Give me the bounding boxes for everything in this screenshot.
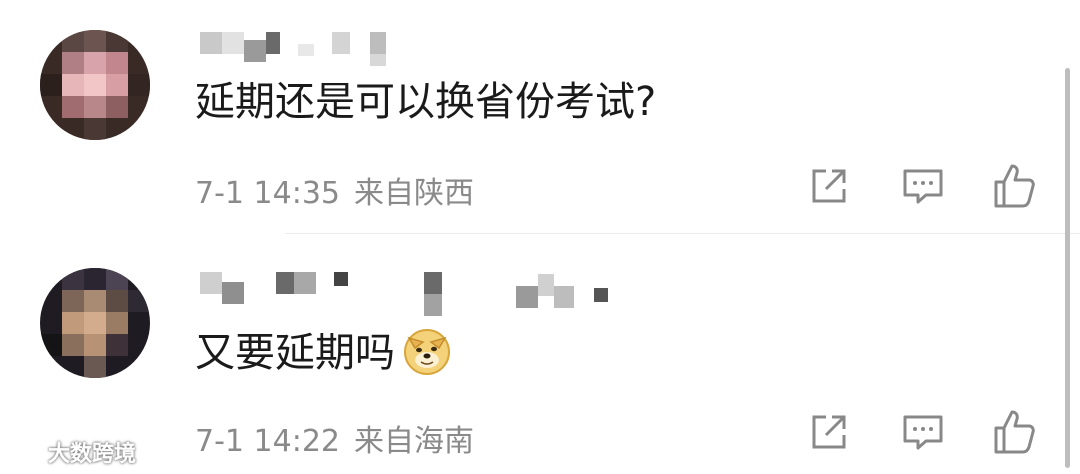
watermark-text: 大数跨境 bbox=[48, 442, 137, 467]
comment-text-content: 又要延期吗 bbox=[195, 330, 395, 376]
watermark-logo-icon bbox=[8, 444, 46, 464]
comment-icon[interactable] bbox=[900, 409, 946, 455]
username-blurred[interactable] bbox=[200, 272, 620, 316]
share-icon[interactable] bbox=[806, 163, 852, 209]
comment-meta: 7-1 14:35 来自陕西 bbox=[195, 168, 474, 212]
username-blurred[interactable] bbox=[200, 32, 400, 66]
doge-emoji bbox=[404, 329, 450, 375]
share-icon[interactable] bbox=[806, 409, 852, 455]
thumbs-up-icon[interactable] bbox=[992, 406, 1038, 454]
comment-location: 来自陕西 bbox=[354, 176, 474, 211]
comment-item: 延期还是可以换省份考试? 7-1 14:35 来自陕西 bbox=[0, 0, 1080, 233]
comment-text: 延期还是可以换省份考试? bbox=[195, 79, 657, 125]
thumbs-up-icon[interactable] bbox=[992, 160, 1038, 208]
comment-text: 又要延期吗 bbox=[195, 324, 453, 377]
watermark: 大数跨境 bbox=[8, 436, 136, 468]
comment-location: 来自海南 bbox=[354, 424, 474, 459]
scrollbar[interactable] bbox=[1065, 68, 1070, 468]
avatar[interactable] bbox=[40, 268, 150, 378]
avatar[interactable] bbox=[40, 30, 150, 140]
comment-time: 7-1 14:35 bbox=[195, 176, 340, 211]
comment-icon[interactable] bbox=[900, 163, 946, 209]
comment-meta: 7-1 14:22 来自海南 bbox=[195, 416, 474, 460]
comment-time: 7-1 14:22 bbox=[195, 424, 340, 459]
comment-item: 又要延期吗 7-1 14:22 来自海南 bbox=[0, 234, 1080, 474]
